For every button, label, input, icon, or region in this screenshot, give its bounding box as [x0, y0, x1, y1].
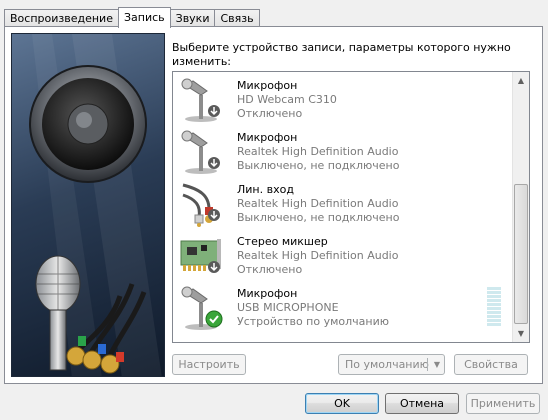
down-arrow-icon [207, 104, 221, 121]
device-name: Стерео микшер [237, 235, 328, 248]
chevron-down-icon[interactable]: ▼ [434, 355, 440, 374]
default-check-icon [205, 310, 223, 331]
device-row[interactable]: Микрофон Realtek High Definition Audio В… [173, 126, 513, 178]
device-row[interactable]: Микрофон HD Webcam C310 Отключено [173, 74, 513, 126]
apply-button[interactable]: Применить [466, 393, 540, 414]
device-status: Выключено, не подключено [237, 211, 400, 224]
device-driver: Realtek High Definition Audio [237, 197, 399, 210]
vertical-scrollbar[interactable]: ▲ ▼ [512, 72, 529, 342]
configure-button[interactable]: Настроить [172, 354, 246, 375]
scroll-up-icon[interactable]: ▲ [513, 72, 529, 89]
down-arrow-icon [207, 260, 221, 277]
down-arrow-icon [207, 208, 221, 225]
properties-button[interactable]: Свойства [454, 354, 528, 375]
device-status: Устройство по умолчанию [237, 315, 390, 328]
tab-sounds[interactable]: Звуки [169, 9, 216, 27]
tab-recording[interactable]: Запись [117, 7, 171, 28]
device-name: Лин. вход [237, 183, 294, 196]
recording-device-list[interactable]: Микрофон HD Webcam C310 Отключено Микроф… [172, 71, 530, 343]
set-default-button[interactable]: По умолчанию ▼ [338, 354, 445, 375]
cancel-button[interactable]: Отмена [385, 393, 459, 414]
split-divider [427, 358, 428, 371]
tab-communications[interactable]: Связь [214, 9, 260, 27]
device-row[interactable]: Лин. вход Realtek High Definition Audio … [173, 178, 513, 230]
device-status: Отключено [237, 107, 303, 120]
device-status: Выключено, не подключено [237, 159, 400, 172]
recording-illustration [11, 33, 165, 377]
device-driver: Realtek High Definition Audio [237, 249, 399, 262]
device-row[interactable]: Стерео микшер Realtek High Definition Au… [173, 230, 513, 282]
device-driver: USB MICROPHONE [237, 301, 339, 314]
ok-button[interactable]: OK [305, 393, 379, 414]
tab-panel: Выберите устройство записи, параметры ко… [4, 26, 543, 384]
device-name: Микрофон [237, 287, 298, 300]
tab-playback[interactable]: Воспроизведение [4, 9, 119, 27]
device-status: Отключено [237, 263, 303, 276]
device-driver: HD Webcam C310 [237, 93, 337, 106]
scroll-thumb[interactable] [514, 184, 528, 324]
device-row[interactable]: Микрофон USB MICROPHONE Устройство по ум… [173, 282, 513, 334]
scroll-down-icon[interactable]: ▼ [513, 325, 529, 342]
set-default-label: По умолчанию [345, 358, 429, 371]
device-name: Микрофон [237, 79, 298, 92]
down-arrow-icon [207, 156, 221, 173]
instruction-text: Выберите устройство записи, параметры ко… [172, 41, 511, 68]
speaker-and-microphone-art [29, 34, 162, 376]
device-name: Микрофон [237, 131, 298, 144]
device-driver: Realtek High Definition Audio [237, 145, 399, 158]
input-level-meter [487, 287, 501, 329]
tab-strip: Воспроизведение Запись Звуки Связь [4, 7, 260, 28]
